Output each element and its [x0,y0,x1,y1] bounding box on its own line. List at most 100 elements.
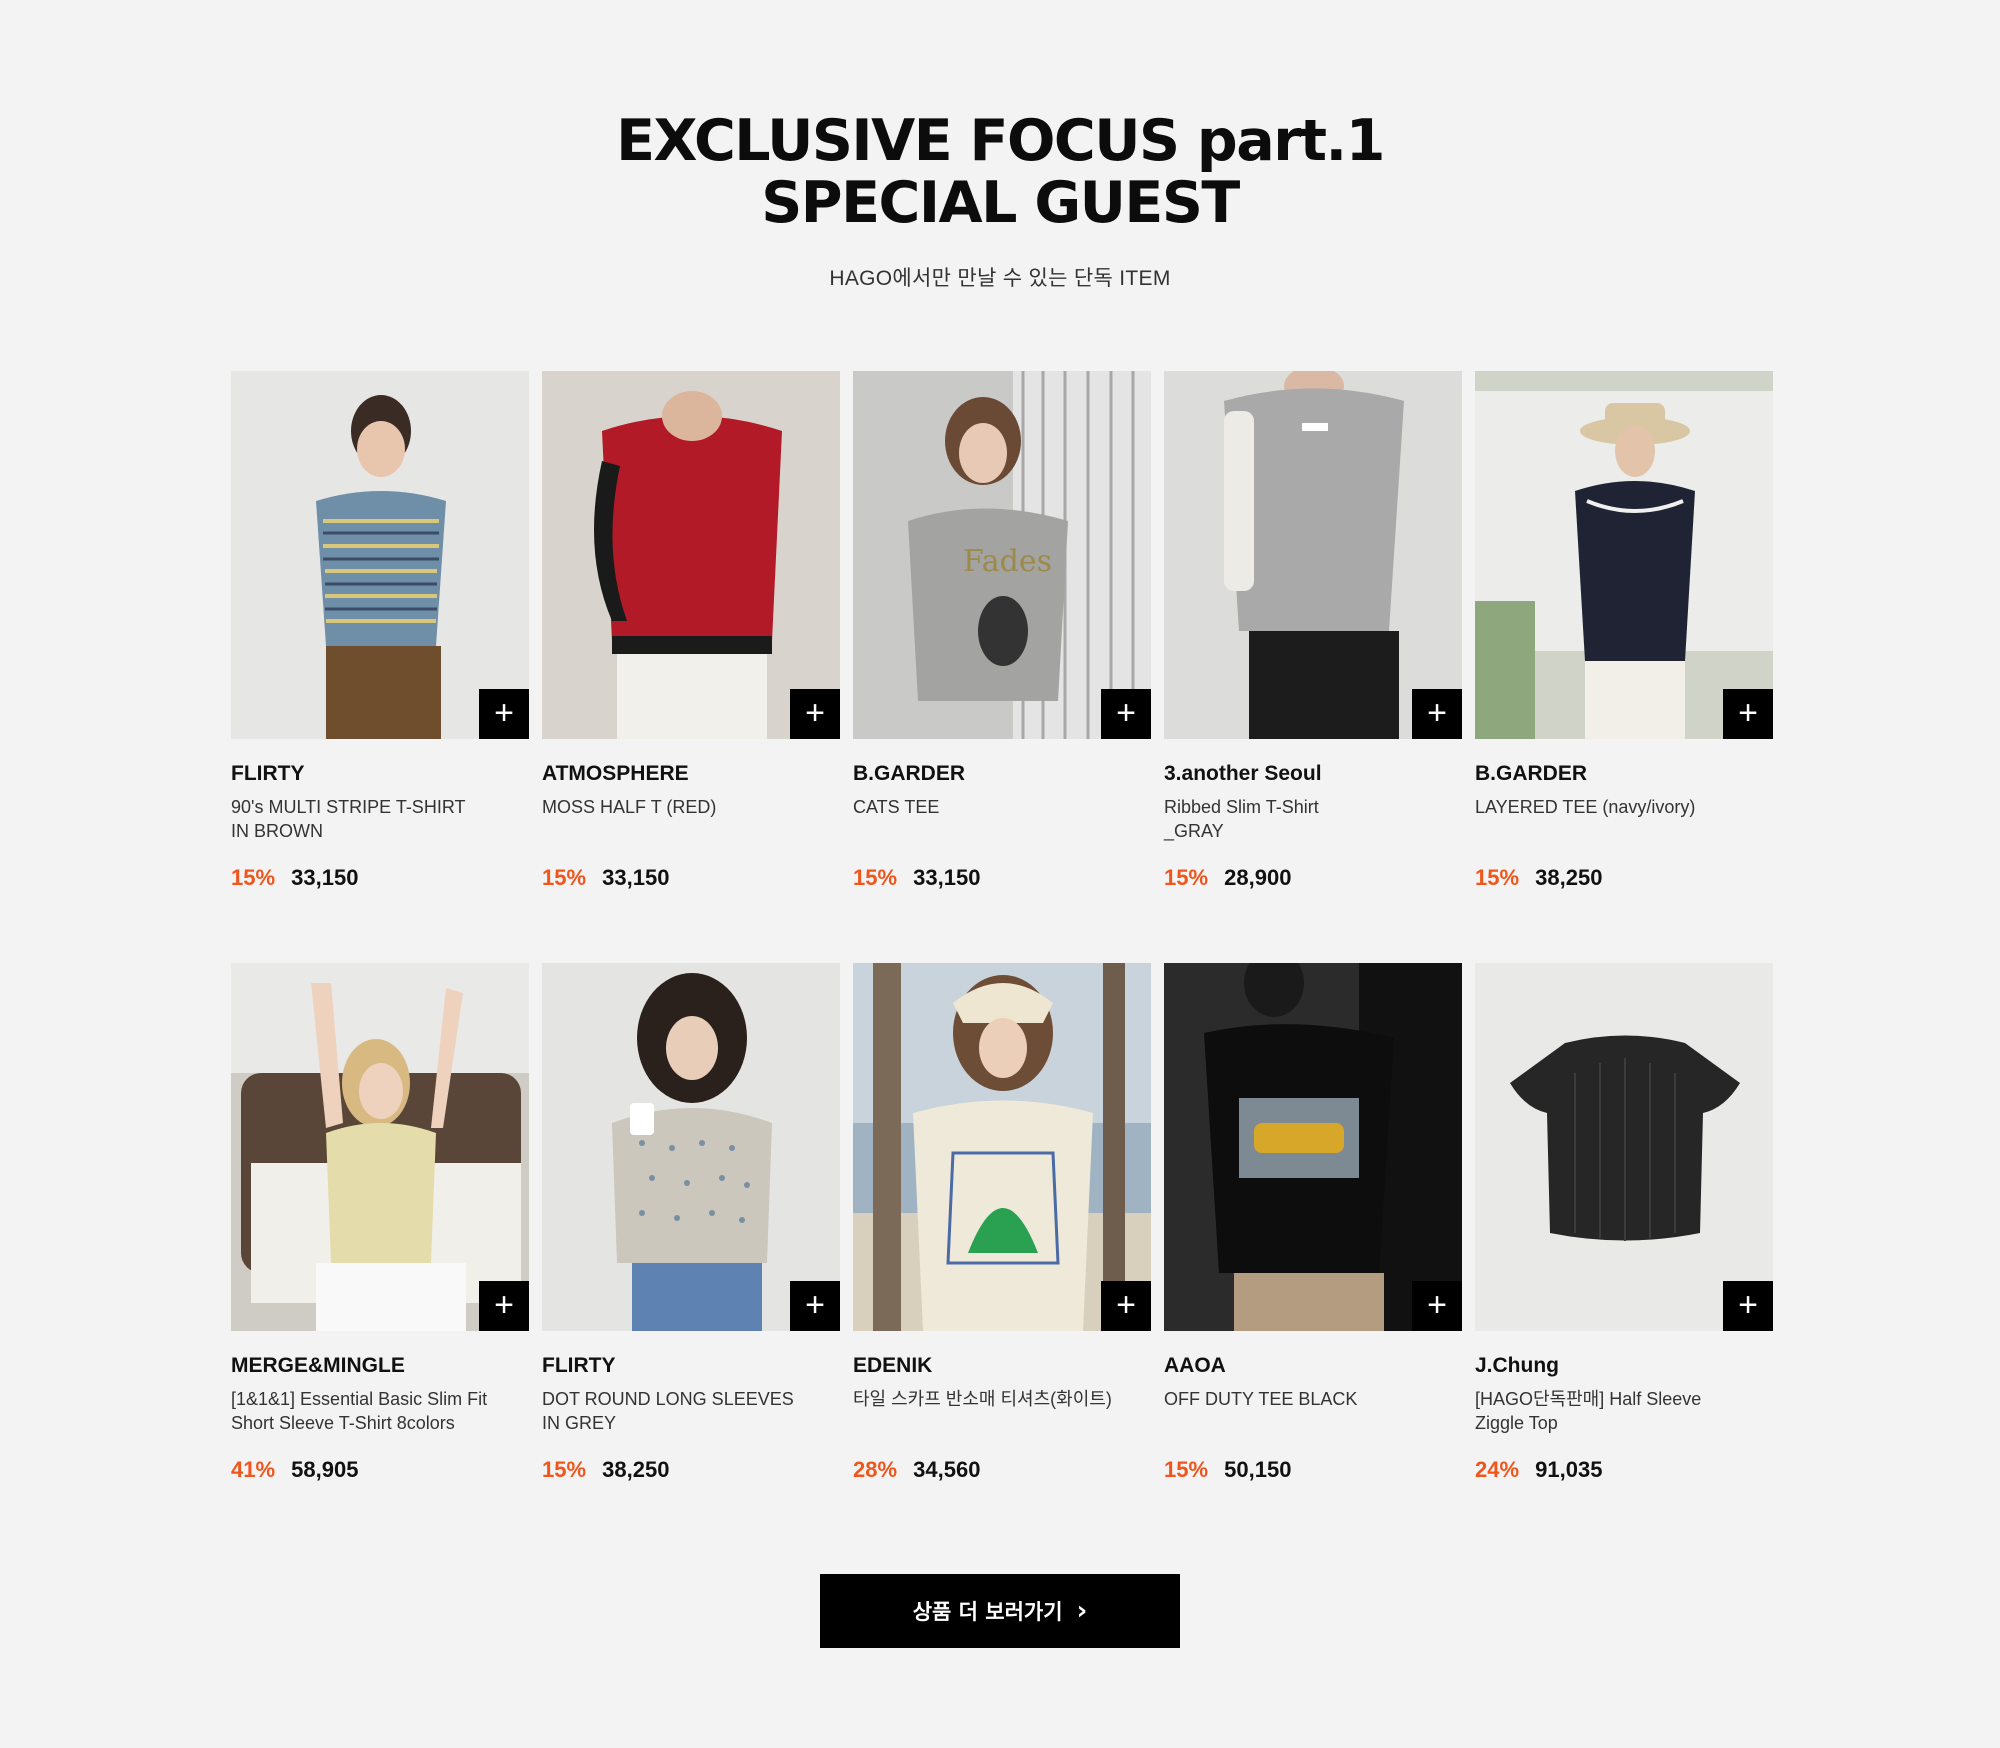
sale-price: 91,035 [1535,1457,1603,1482]
sale-price: 33,150 [291,865,359,890]
product-image[interactable]: + [1164,963,1462,1331]
product-name[interactable]: 타일 스카프 반소매 티셔츠(화이트) [853,1387,1151,1435]
product-name[interactable]: DOT ROUND LONG SLEEVES IN GREY [542,1387,840,1435]
plus-icon: + [494,1286,514,1324]
product-name[interactable]: [HAGO단독판매] Half Sleeve Ziggle Top [1475,1387,1773,1435]
product-name-line-1: 90's MULTI STRIPE T-SHIRT [231,797,466,817]
product-info[interactable]: 3.another Seoul Ribbed Slim T-Shirt _GRA… [1164,762,1462,891]
product-info[interactable]: MERGE&MINGLE [1&1&1] Essential Basic Sli… [231,1354,529,1483]
view-more-label: 상품 더 보러가기 [912,1600,1063,1624]
product-card[interactable]: + B.GARDER LAYERED TEE (navy/ivory) 15% … [1475,371,1773,890]
price-row: 15% 33,150 [231,865,529,891]
add-to-cart-button[interactable]: + [479,689,529,739]
plus-icon: + [1427,694,1447,732]
product-card[interactable]: Fades + B.GARDER CATS TEE 15% 33,150 [853,371,1151,890]
product-name-line-1: [HAGO단독판매] Half Sleeve [1475,1389,1702,1409]
sale-price: 38,250 [1535,865,1603,890]
add-to-cart-button[interactable]: + [790,1281,840,1331]
product-image[interactable]: Fades + [853,371,1151,739]
product-image[interactable]: + [231,371,529,739]
price-row: 28% 34,560 [853,1457,1151,1483]
add-to-cart-button[interactable]: + [790,689,840,739]
product-card[interactable]: + EDENIK 타일 스카프 반소매 티셔츠(화이트) 28% 34,560 [853,963,1151,1482]
product-name-line-1: LAYERED TEE (navy/ivory) [1475,797,1696,817]
sale-price: 58,905 [291,1457,359,1482]
product-info[interactable]: B.GARDER LAYERED TEE (navy/ivory) 15% 38… [1475,762,1773,891]
product-card[interactable]: + FLIRTY DOT ROUND LONG SLEEVES IN GREY … [542,963,840,1482]
add-to-cart-button[interactable]: + [1412,1281,1462,1331]
product-card[interactable]: + 3.another Seoul Ribbed Slim T-Shirt _G… [1164,371,1462,890]
product-card[interactable]: + ATMOSPHERE MOSS HALF T (RED) 15% 33,15… [542,371,840,890]
product-name-line-1: [1&1&1] Essential Basic Slim Fit [231,1389,488,1409]
product-brand: AAOA [1164,1354,1226,1377]
price-row: 15% 38,250 [1475,865,1773,891]
plus-icon: + [805,1286,825,1324]
discount-rate: 15% [1475,865,1520,890]
price-row: 15% 28,900 [1164,865,1462,891]
product-card[interactable]: + J.Chung [HAGO단독판매] Half Sleeve Ziggle … [1475,963,1773,1482]
product-name[interactable]: [1&1&1] Essential Basic Slim Fit Short S… [231,1387,529,1435]
product-info[interactable]: FLIRTY 90's MULTI STRIPE T-SHIRT IN BROW… [231,762,529,891]
product-info[interactable]: EDENIK 타일 스카프 반소매 티셔츠(화이트) 28% 34,560 [853,1354,1151,1483]
product-name[interactable]: LAYERED TEE (navy/ivory) [1475,795,1773,843]
product-brand: 3.another Seoul [1164,762,1322,785]
price-row: 24% 91,035 [1475,1457,1773,1483]
product-image[interactable]: + [231,963,529,1331]
section-header: EXCLUSIVE FOCUS part.1 SPECIAL GUEST HAG… [0,110,2000,292]
add-to-cart-button[interactable]: + [1723,689,1773,739]
product-name-line-1: MOSS HALF T (RED) [542,797,717,817]
discount-rate: 28% [853,1457,898,1482]
product-brand: EDENIK [853,1354,933,1377]
product-name[interactable]: 90's MULTI STRIPE T-SHIRT IN BROWN [231,795,529,843]
price-row: 41% 58,905 [231,1457,529,1483]
product-info[interactable]: B.GARDER CATS TEE 15% 33,150 [853,762,1151,891]
sale-price: 50,150 [1224,1457,1292,1482]
product-info[interactable]: AAOA OFF DUTY TEE BLACK 15% 50,150 [1164,1354,1462,1483]
svg-text:Fades: Fades [963,544,1052,579]
product-brand: B.GARDER [853,762,966,785]
product-name[interactable]: Ribbed Slim T-Shirt _GRAY [1164,795,1462,843]
product-brand: B.GARDER [1475,762,1588,785]
product-image[interactable]: + [853,963,1151,1331]
product-name-line-2: Short Sleeve T-Shirt 8colors [231,1413,455,1433]
product-card[interactable]: + MERGE&MINGLE [1&1&1] Essential Basic S… [231,963,529,1482]
title-line-1: EXCLUSIVE FOCUS part.1 [616,108,1385,174]
add-to-cart-button[interactable]: + [1723,1281,1773,1331]
product-image[interactable]: + [1475,371,1773,739]
product-name-line-1: CATS TEE [853,797,940,817]
product-name[interactable]: MOSS HALF T (RED) [542,795,840,843]
page-subtitle: HAGO에서만 만날 수 있는 단독 ITEM [829,267,1171,290]
product-info[interactable]: FLIRTY DOT ROUND LONG SLEEVES IN GREY 15… [542,1354,840,1483]
sale-price: 34,560 [913,1457,981,1482]
add-to-cart-button[interactable]: + [1412,689,1462,739]
discount-rate: 15% [1164,865,1209,890]
product-image[interactable]: + [1164,371,1462,739]
discount-rate: 41% [231,1457,276,1482]
price-row: 15% 33,150 [542,865,840,891]
product-image[interactable]: + [1475,963,1773,1331]
product-image[interactable]: + [542,963,840,1331]
add-to-cart-button[interactable]: + [1101,689,1151,739]
product-brand: ATMOSPHERE [542,762,689,785]
price-row: 15% 33,150 [853,865,1151,891]
discount-rate: 24% [1475,1457,1520,1482]
discount-rate: 15% [231,865,276,890]
product-name-line-2: Ziggle Top [1475,1413,1558,1433]
discount-rate: 15% [542,1457,587,1482]
product-card[interactable]: + AAOA OFF DUTY TEE BLACK 15% 50,150 [1164,963,1462,1482]
discount-rate: 15% [542,865,587,890]
product-image[interactable]: + [542,371,840,739]
sale-price: 33,150 [913,865,981,890]
product-name-line-2: _GRAY [1164,821,1224,841]
add-to-cart-button[interactable]: + [1101,1281,1151,1331]
product-brand: FLIRTY [542,1354,616,1377]
view-more-button[interactable]: 상품 더 보러가기 › [820,1574,1180,1648]
add-to-cart-button[interactable]: + [479,1281,529,1331]
product-name[interactable]: OFF DUTY TEE BLACK [1164,1387,1462,1435]
sale-price: 33,150 [602,865,670,890]
product-info[interactable]: J.Chung [HAGO단독판매] Half Sleeve Ziggle To… [1475,1354,1773,1483]
product-info[interactable]: ATMOSPHERE MOSS HALF T (RED) 15% 33,150 [542,762,840,891]
product-name-line-1: 타일 스카프 반소매 티셔츠(화이트) [853,1389,1112,1409]
product-card[interactable]: + FLIRTY 90's MULTI STRIPE T-SHIRT IN BR… [231,371,529,890]
product-name[interactable]: CATS TEE [853,795,1151,843]
